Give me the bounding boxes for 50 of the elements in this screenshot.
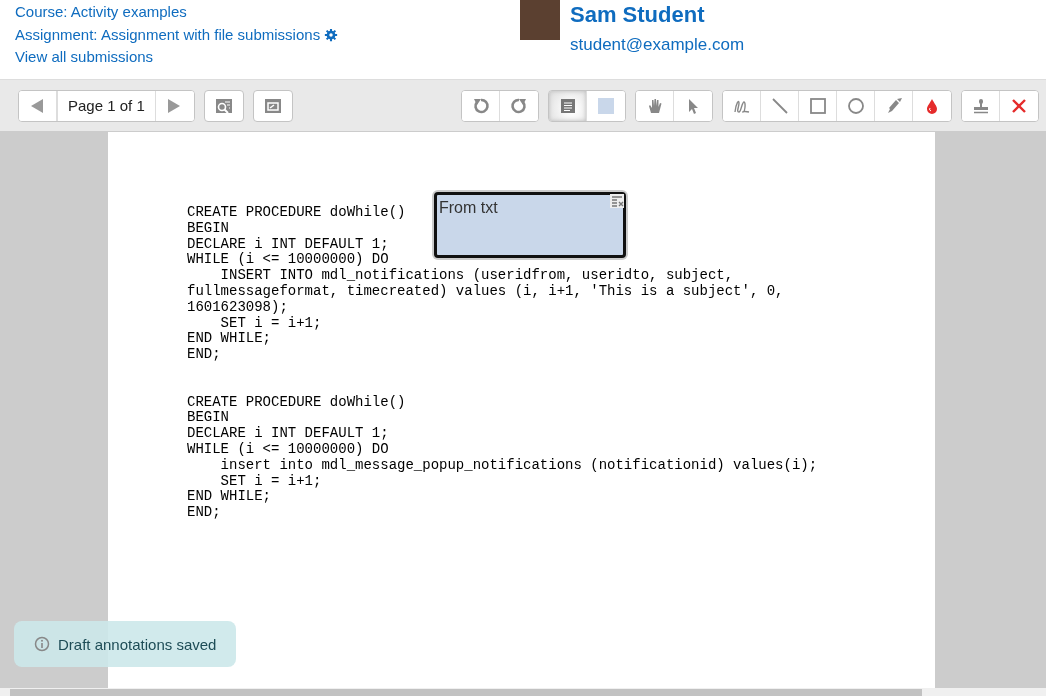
- color-swatch-icon: [597, 96, 615, 115]
- code-line: DECLARE i INT DEFAULT 1;: [187, 236, 389, 252]
- code-line: END WHILE;: [187, 489, 271, 506]
- circle-icon: [846, 96, 865, 115]
- search-button[interactable]: [203, 89, 244, 122]
- rectangle-icon: [808, 96, 827, 115]
- breadcrumb-link[interactable]: View all submissions: [15, 48, 154, 67]
- breadcrumb-link[interactable]: Course: Activity examples: [15, 3, 187, 22]
- expand-icon: [263, 96, 282, 115]
- rotate-right-icon: [510, 96, 528, 115]
- settings-icon[interactable]: [324, 27, 339, 42]
- code-line: BEGIN: [187, 410, 229, 427]
- code-line: END;: [187, 347, 221, 363]
- info-icon: [34, 636, 50, 652]
- hand-button[interactable]: [636, 90, 674, 121]
- line-icon: [770, 96, 789, 115]
- code-line: CREATE PROCEDURE doWhile(): [187, 205, 406, 221]
- page-indicator: Page 1 of 1: [57, 90, 156, 121]
- comment-button[interactable]: [549, 90, 587, 121]
- user-name: Sam Student: [570, 2, 706, 28]
- search-icon: [214, 96, 233, 115]
- code-line: END;: [187, 505, 221, 521]
- code-line: 1601623098);: [187, 299, 288, 316]
- toast-message: Draft annotations saved: [58, 635, 217, 653]
- code-line: fullmessageformat, timecreated) values (i, i+1, 'This is a subject', 0,: [187, 284, 784, 300]
- code-line: INSERT INTO mdl_notifications (useridfrom, useridto, subject,: [219, 268, 734, 284]
- stamp-icon: [971, 96, 990, 115]
- code-line: WHILE (i <= 10000000) DO: [187, 441, 389, 458]
- user-email: student@example.com: [570, 35, 745, 55]
- rotate-left-icon: [471, 96, 490, 115]
- prev-button[interactable]: [19, 90, 57, 121]
- code-line: CREATE PROCEDURE doWhile(): [187, 394, 406, 411]
- expand-button[interactable]: [252, 89, 293, 122]
- avatar-placeholder: [520, 0, 560, 40]
- rotl-button[interactable]: [462, 90, 500, 121]
- breadcrumb-link[interactable]: Assignment: Assignment with file submissions: [15, 25, 321, 44]
- code-line: BEGIN: [187, 220, 229, 237]
- code-line: WHILE (i <= 10000000) DO: [187, 252, 389, 268]
- comment-icon: [558, 96, 577, 115]
- horizontal-scrollbar[interactable]: [0, 688, 1046, 696]
- stamp-button[interactable]: [962, 90, 1000, 121]
- comment-annotation[interactable]: From txt: [434, 192, 626, 258]
- code-line: DECLARE i INT DEFAULT 1;: [187, 426, 389, 442]
- code-line: SET i = i+1;: [219, 473, 322, 490]
- code-line: END WHILE;: [187, 331, 271, 348]
- menu-icon[interactable]: [610, 194, 624, 208]
- delete-icon: [1010, 96, 1028, 115]
- code-line: insert into mdl_message_popup_notifications (notificationid) values(i);: [219, 457, 818, 474]
- pen-button[interactable]: [723, 90, 761, 121]
- code-line: SET i = i+1;: [219, 315, 322, 332]
